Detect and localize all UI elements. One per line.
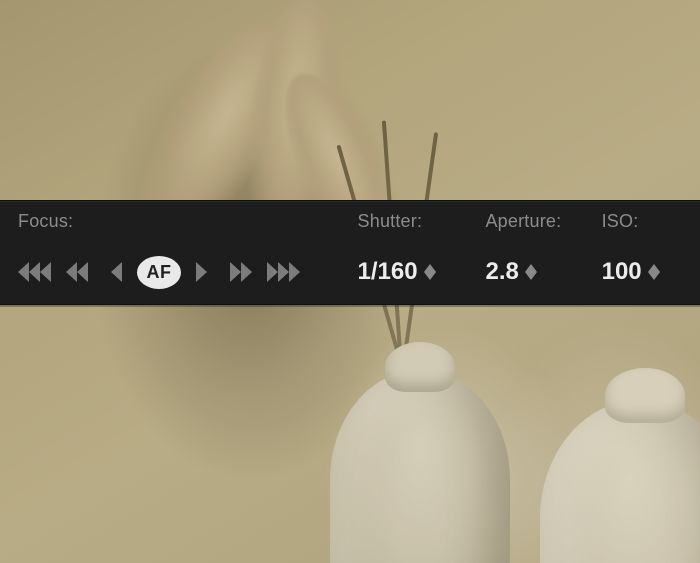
- iso-group: ISO: 100: [602, 211, 700, 294]
- chevron-up-icon: [525, 264, 537, 272]
- focus-far-medium-button[interactable]: [66, 262, 89, 282]
- triple-triangle-left-icon: [18, 262, 52, 282]
- focus-near-large-button[interactable]: [266, 262, 300, 282]
- shutter-control[interactable]: 1/160: [358, 250, 486, 294]
- background-decor: [540, 400, 700, 563]
- triangle-left-icon: [111, 262, 123, 282]
- focus-near-medium-button[interactable]: [229, 262, 252, 282]
- iso-label: ISO:: [602, 211, 700, 237]
- background-decor: [330, 370, 510, 563]
- focus-label: Focus:: [18, 211, 358, 237]
- iso-control[interactable]: 100: [602, 250, 700, 294]
- shutter-value: 1/160: [358, 258, 418, 286]
- focus-group: Focus:: [18, 211, 358, 294]
- aperture-group: Aperture: 2.8: [485, 211, 601, 294]
- focus-far-large-button[interactable]: [18, 262, 52, 282]
- autofocus-button-label: AF: [147, 262, 172, 283]
- iso-value: 100: [602, 258, 642, 286]
- aperture-stepper[interactable]: [525, 264, 537, 280]
- focus-far-small-button[interactable]: [111, 262, 123, 282]
- autofocus-button[interactable]: AF: [137, 256, 181, 289]
- chevron-up-icon: [424, 264, 436, 272]
- double-triangle-left-icon: [66, 262, 89, 282]
- shutter-label: Shutter:: [358, 211, 486, 237]
- focus-controls: AF: [18, 250, 358, 294]
- chevron-down-icon: [424, 272, 436, 280]
- focus-near-small-button[interactable]: [195, 262, 207, 282]
- aperture-control[interactable]: 2.8: [485, 250, 601, 294]
- shutter-group: Shutter: 1/160: [358, 211, 486, 294]
- camera-live-view: Focus:: [0, 0, 700, 563]
- double-triangle-right-icon: [229, 262, 252, 282]
- aperture-label: Aperture:: [485, 211, 601, 237]
- chevron-down-icon: [525, 272, 537, 280]
- shutter-stepper[interactable]: [424, 264, 436, 280]
- triangle-right-icon: [195, 262, 207, 282]
- aperture-value: 2.8: [485, 258, 518, 286]
- chevron-up-icon: [648, 264, 660, 272]
- triple-triangle-right-icon: [266, 262, 300, 282]
- camera-control-panel: Focus:: [0, 200, 700, 305]
- chevron-down-icon: [648, 272, 660, 280]
- iso-stepper[interactable]: [648, 264, 660, 280]
